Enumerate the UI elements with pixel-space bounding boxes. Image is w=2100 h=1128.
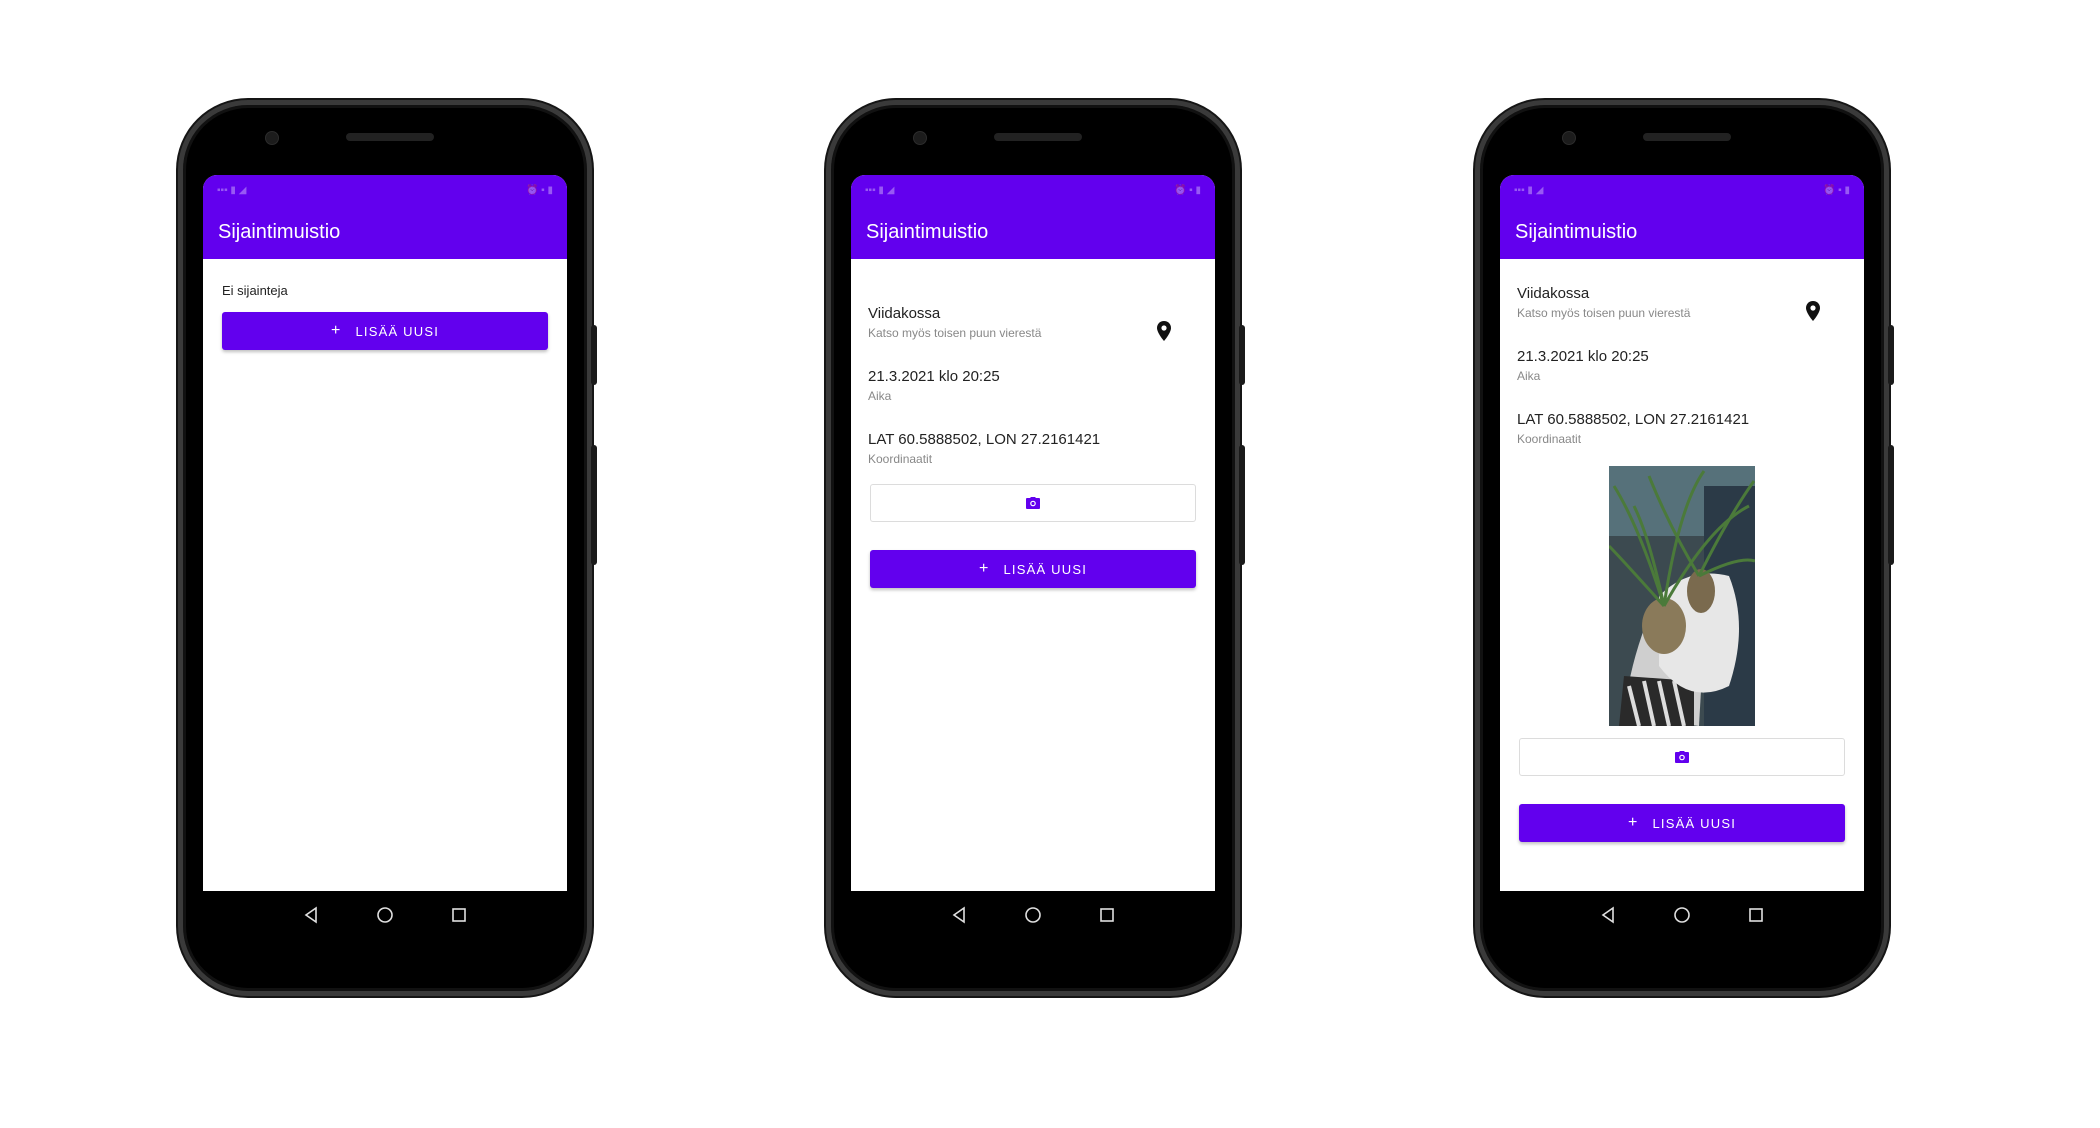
actions: + LISÄÄ UUSI (851, 484, 1215, 588)
app-title: Sijaintimuistio (1515, 220, 1638, 243)
status-left: ▪▪▪ ▮ ◢ (865, 184, 895, 196)
app-bar: Sijaintimuistio (1500, 205, 1864, 259)
content: Ei sijainteja + LISÄÄ UUSI (203, 283, 567, 350)
back-icon[interactable] (1599, 906, 1617, 924)
recents-icon[interactable] (1098, 906, 1116, 924)
status-left: ▪▪▪ ▮ ◢ (217, 184, 247, 196)
time-value: 21.3.2021 klo 20:25 (1517, 348, 1649, 365)
coords-value: LAT 60.5888502, LON 27.2161421 (868, 431, 1101, 448)
home-icon[interactable] (1673, 906, 1691, 924)
status-right: ⏰ ▪ ▮ (1822, 184, 1850, 196)
phone-empty: ▪▪▪ ▮ ◢ ⏰ ▪ ▮ Sijaintimuistio Ei sijainte… (178, 100, 597, 996)
add-new-button[interactable]: + LISÄÄ UUSI (222, 312, 548, 350)
list-item-coordinates: LAT 60.5888502, LON 27.2161421 Koordinaa… (851, 431, 1215, 466)
recents-icon[interactable] (1747, 906, 1765, 924)
earpiece-speaker (1643, 133, 1731, 141)
actions: + LISÄÄ UUSI (1500, 738, 1864, 842)
status-right: ⏰ ▪ ▮ (1173, 184, 1201, 196)
add-new-button[interactable]: + LISÄÄ UUSI (870, 550, 1196, 588)
status-bar: ▪▪▪ ▮ ◢ ⏰ ▪ ▮ (851, 175, 1215, 205)
time-label: Aika (868, 389, 892, 403)
empty-message: Ei sijainteja (222, 283, 288, 298)
coords-label: Koordinaatit (868, 452, 933, 466)
front-camera (913, 131, 927, 145)
phone-detail: ▪▪▪ ▮ ◢ ⏰ ▪ ▮ Sijaintimuistio Viidakossa … (826, 100, 1245, 996)
volume-button (591, 325, 597, 385)
camera-icon (1026, 497, 1040, 509)
recents-icon[interactable] (450, 906, 468, 924)
power-button (591, 445, 597, 565)
add-new-button[interactable]: + LISÄÄ UUSI (1519, 804, 1845, 842)
back-icon[interactable] (950, 906, 968, 924)
plus-icon: + (1627, 814, 1639, 831)
list-item-time: 21.3.2021 klo 20:25 Aika (1500, 348, 1864, 383)
place-note: Katso myös toisen puun vierestä (1517, 306, 1691, 320)
add-new-label: LISÄÄ UUSI (1652, 815, 1737, 831)
status-left: ▪▪▪ ▮ ◢ (1514, 184, 1544, 196)
camera-icon (1675, 751, 1689, 763)
list-item-place[interactable]: Viidakossa Katso myös toisen puun vieres… (1500, 285, 1864, 321)
plant-photo-image (1609, 466, 1755, 726)
volume-button (1239, 325, 1245, 385)
power-button (1888, 445, 1894, 565)
list-item-coordinates: LAT 60.5888502, LON 27.2161421 Koordinaa… (1500, 411, 1864, 446)
screen: ▪▪▪ ▮ ◢ ⏰ ▪ ▮ Sijaintimuistio Ei sijainte… (203, 175, 567, 891)
status-right: ⏰ ▪ ▮ (525, 184, 553, 196)
take-photo-button[interactable] (870, 484, 1196, 522)
plus-icon: + (330, 322, 342, 339)
place-name: Viidakossa (1517, 285, 1590, 302)
list-item-place[interactable]: Viidakossa Katso myös toisen puun vieres… (851, 305, 1215, 341)
status-bar: ▪▪▪ ▮ ◢ ⏰ ▪ ▮ (203, 175, 567, 205)
screen: ▪▪▪ ▮ ◢ ⏰ ▪ ▮ Sijaintimuistio Viidakossa … (851, 175, 1215, 891)
location-photo[interactable] (1609, 466, 1755, 726)
map-pin-icon[interactable] (1157, 321, 1171, 341)
screen: ▪▪▪ ▮ ◢ ⏰ ▪ ▮ Sijaintimuistio Viidakossa … (1500, 175, 1864, 891)
add-new-label: LISÄÄ UUSI (1003, 561, 1088, 577)
home-icon[interactable] (1024, 906, 1042, 924)
front-camera (265, 131, 279, 145)
app-title: Sijaintimuistio (866, 220, 989, 243)
front-camera (1562, 131, 1576, 145)
phone-detail-photo: ▪▪▪ ▮ ◢ ⏰ ▪ ▮ Sijaintimuistio Viidakossa … (1475, 100, 1894, 996)
time-value: 21.3.2021 klo 20:25 (868, 368, 1000, 385)
place-name: Viidakossa (868, 305, 941, 322)
volume-button (1888, 325, 1894, 385)
status-bar: ▪▪▪ ▮ ◢ ⏰ ▪ ▮ (1500, 175, 1864, 205)
plus-icon: + (978, 560, 990, 577)
back-icon[interactable] (302, 906, 320, 924)
system-nav-bar (183, 895, 587, 935)
earpiece-speaker (994, 133, 1082, 141)
list-item-time: 21.3.2021 klo 20:25 Aika (851, 368, 1215, 403)
place-note: Katso myös toisen puun vierestä (868, 326, 1042, 340)
map-pin-icon[interactable] (1806, 301, 1820, 321)
coords-label: Koordinaatit (1517, 432, 1582, 446)
time-label: Aika (1517, 369, 1541, 383)
home-icon[interactable] (376, 906, 394, 924)
app-bar: Sijaintimuistio (851, 205, 1215, 259)
app-title: Sijaintimuistio (218, 220, 341, 243)
earpiece-speaker (346, 133, 434, 141)
take-photo-button[interactable] (1519, 738, 1845, 776)
system-nav-bar (1480, 895, 1884, 935)
coords-value: LAT 60.5888502, LON 27.2161421 (1517, 411, 1750, 428)
system-nav-bar (831, 895, 1235, 935)
add-new-label: LISÄÄ UUSI (355, 323, 440, 339)
app-bar: Sijaintimuistio (203, 205, 567, 259)
power-button (1239, 445, 1245, 565)
